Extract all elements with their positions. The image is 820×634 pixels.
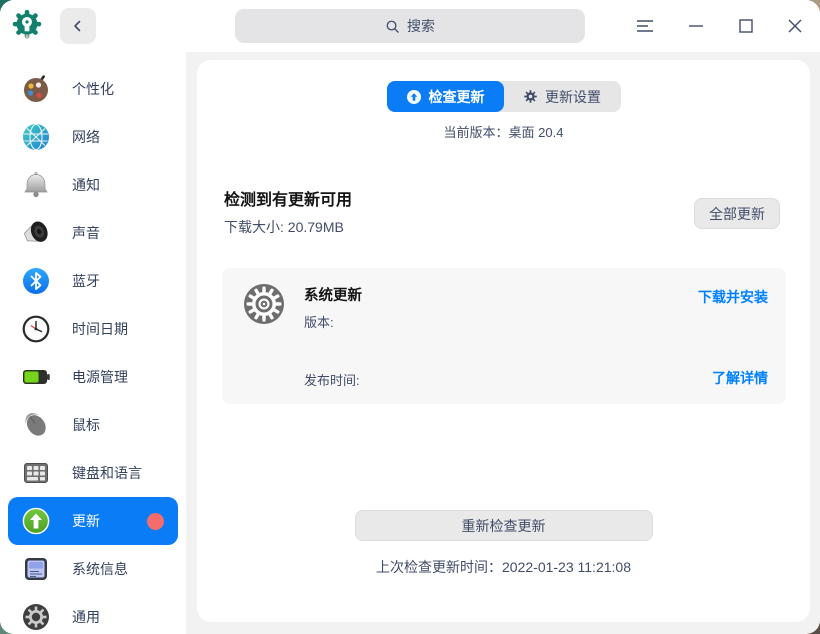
- update-page-panel: 检查更新 更新设置 当前版本：桌面 20.4 检测到有更新可用 下载大小: 20…: [197, 60, 810, 622]
- maximize-icon: [739, 19, 753, 33]
- network-icon: [20, 121, 52, 153]
- sidebar-item-label: 键盘和语言: [72, 465, 142, 481]
- search-icon: [386, 20, 399, 33]
- close-icon: [788, 19, 802, 33]
- minimize-icon: [689, 25, 703, 27]
- tab-label: 更新设置: [545, 88, 601, 105]
- sidebar-item-label: 通知: [72, 177, 100, 193]
- settings-gear-icon: [524, 90, 537, 103]
- sidebar-item-general[interactable]: 通用: [8, 593, 178, 634]
- sidebar-item-power[interactable]: 电源管理: [8, 353, 178, 401]
- tab-update-settings[interactable]: 更新设置: [504, 81, 621, 112]
- tab-check-updates[interactable]: 检查更新: [386, 81, 504, 112]
- titlebar: 搜索: [0, 0, 820, 52]
- update-icon: [20, 505, 52, 537]
- update-notification-badge: [147, 512, 164, 530]
- minimize-button[interactable]: [678, 8, 714, 44]
- sidebar-item-label: 个性化: [72, 81, 114, 97]
- last-check-time-text: 上次检查更新时间：2022-01-23 11:21:08: [376, 559, 631, 575]
- tab-label: 检查更新: [428, 88, 485, 105]
- hamburger-menu-icon: [637, 20, 653, 32]
- search-placeholder: 搜索: [407, 18, 435, 34]
- palette-icon: [20, 73, 52, 105]
- sidebar-item-label: 系统信息: [72, 561, 128, 577]
- sidebar-item-label: 网络: [72, 129, 100, 145]
- system-update-card: 系统更新 版本: 发布时间: 下载并安装 了解详情: [222, 268, 786, 404]
- sidebar-item-mouse[interactable]: 鼠标: [8, 401, 178, 449]
- current-version-text: 当前版本：桌面 20.4: [443, 125, 564, 140]
- sidebar-item-datetime[interactable]: 时间日期: [8, 305, 178, 353]
- sidebar-item-personalization[interactable]: 个性化: [8, 65, 178, 113]
- sidebar: 个性化 网络 通知 声音 蓝牙 时间日期 电源管理 鼠标 键盘和语言 更新 系统…: [0, 52, 186, 634]
- version-label: 版本:: [304, 315, 334, 330]
- update-summary: 检测到有更新可用 下载大小: 20.79MB 全部更新: [224, 190, 782, 237]
- sidebar-item-label: 电源管理: [72, 369, 128, 385]
- clock-icon: [20, 313, 52, 345]
- sidebar-item-notifications[interactable]: 通知: [8, 161, 178, 209]
- learn-details-link[interactable]: 了解详情: [712, 368, 768, 388]
- system-info-icon: [20, 553, 52, 585]
- sidebar-item-label: 更新: [72, 513, 100, 529]
- speaker-icon: [20, 217, 52, 249]
- release-time-label: 发布时间:: [304, 373, 360, 388]
- update-tabs: 检查更新 更新设置: [386, 81, 621, 112]
- recheck-updates-button[interactable]: 重新检查更新: [354, 510, 653, 541]
- sidebar-item-label: 时间日期: [72, 321, 128, 337]
- update-all-button[interactable]: 全部更新: [694, 198, 780, 229]
- sidebar-item-update[interactable]: 更新: [8, 497, 178, 545]
- system-update-title: 系统更新: [304, 288, 362, 304]
- sidebar-item-network[interactable]: 网络: [8, 113, 178, 161]
- back-button[interactable]: [60, 8, 96, 44]
- settings-window: 搜索 个性化 网络 通知 声音 蓝牙 时间日期 电源管理 鼠标 键盘和语言 更新…: [0, 0, 820, 634]
- close-button[interactable]: [777, 8, 813, 44]
- search-input[interactable]: 搜索: [235, 9, 585, 43]
- bell-icon: [20, 169, 52, 201]
- maximize-button[interactable]: [728, 8, 764, 44]
- app-logo-icon: [8, 6, 46, 46]
- sidebar-item-label: 蓝牙: [72, 273, 100, 289]
- sidebar-item-label: 鼠标: [72, 417, 100, 433]
- battery-icon: [20, 361, 52, 393]
- keyboard-icon: [20, 457, 52, 489]
- download-install-button[interactable]: 下载并安装: [698, 287, 768, 307]
- gear-icon: [20, 601, 52, 633]
- sidebar-item-label: 通用: [72, 609, 100, 625]
- bluetooth-icon: [20, 265, 52, 297]
- chevron-left-icon: [74, 20, 81, 32]
- sidebar-item-sound[interactable]: 声音: [8, 209, 178, 257]
- system-update-gear-icon: [242, 282, 286, 326]
- mouse-icon: [20, 409, 52, 441]
- sidebar-item-system-info[interactable]: 系统信息: [8, 545, 178, 593]
- main-menu-button[interactable]: [627, 8, 663, 44]
- sidebar-item-bluetooth[interactable]: 蓝牙: [8, 257, 178, 305]
- sidebar-item-label: 声音: [72, 225, 100, 241]
- sidebar-item-keyboard-language[interactable]: 键盘和语言: [8, 449, 178, 497]
- update-arrow-icon: [406, 89, 421, 104]
